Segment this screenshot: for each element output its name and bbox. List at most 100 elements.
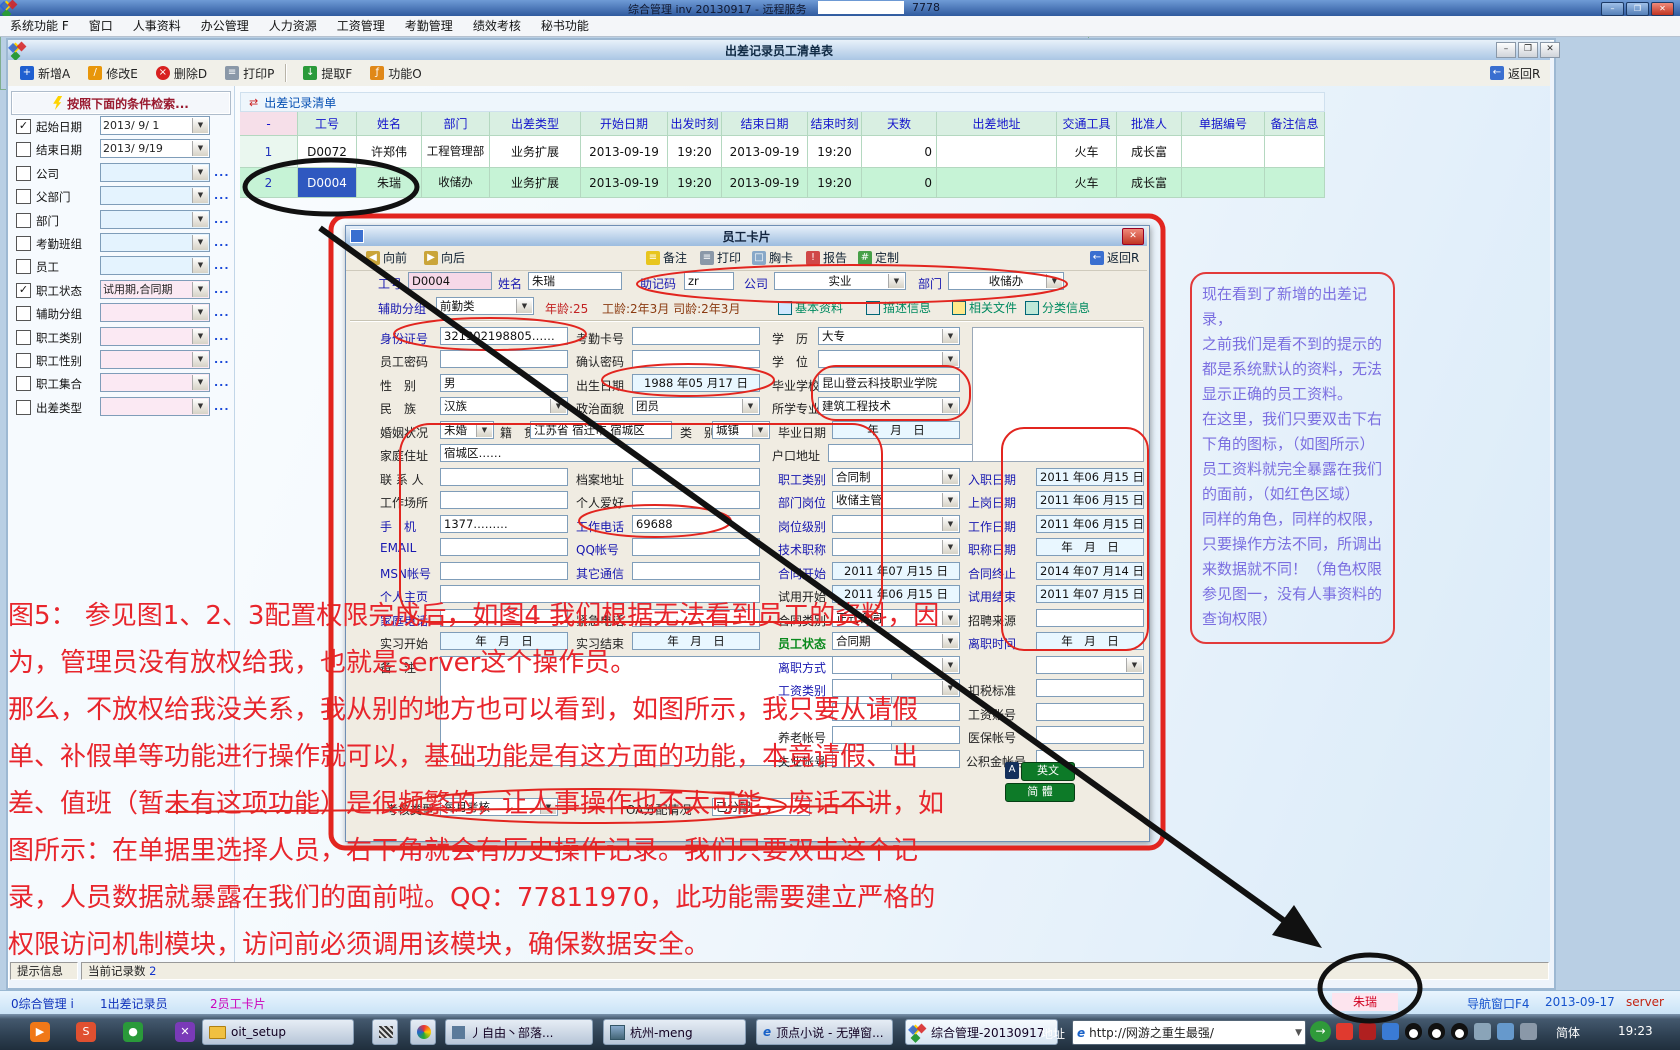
field-contract-end[interactable]: 2014 年07 月14 日 <box>1036 562 1144 580</box>
table-row2-cell-9[interactable]: 0 <box>862 168 937 198</box>
field-tax-standard[interactable] <box>1036 679 1144 697</box>
chevron-down-icon[interactable]: ▼ <box>942 681 958 695</box>
nav-window-link[interactable]: 导航窗口F4 <box>1467 995 1530 1012</box>
filter-combo-emp-set[interactable]: ▼ <box>100 373 210 392</box>
filter-checkbox-dept[interactable] <box>16 213 31 228</box>
field-aux-group[interactable]: 前勤类▼ <box>436 297 534 315</box>
chevron-down-icon[interactable]: ▼ <box>516 299 532 313</box>
filter-checkbox-aux-group[interactable] <box>16 306 31 321</box>
tray-qq-icon-3[interactable] <box>1451 1023 1468 1040</box>
filter-checkbox-employee[interactable] <box>16 259 31 274</box>
chevron-down-icon[interactable]: ▼ <box>192 235 208 250</box>
field-tech-title[interactable]: ▼ <box>832 538 960 556</box>
window-tab-2[interactable]: 2员工卡片 <box>210 995 266 1012</box>
table-row2-cell-13[interactable] <box>1182 168 1265 198</box>
table-row1-cell-8[interactable]: 19:20 <box>808 136 862 168</box>
chevron-down-icon[interactable]: ▼ <box>942 352 958 366</box>
table-row1-cell-0[interactable]: 1 <box>240 136 298 168</box>
chevron-down-icon[interactable]: ▼ <box>742 399 758 413</box>
taskbar-button-2[interactable] <box>410 1019 436 1045</box>
field-msn-account[interactable] <box>440 562 568 580</box>
menu-item-7[interactable]: 绩效考核 <box>463 16 531 36</box>
current-user-badge[interactable]: 朱瑞 <box>1332 993 1398 1011</box>
quicklaunch-vs-icon[interactable]: ✕ <box>175 1022 195 1042</box>
filter-more-emp-category[interactable]: ... <box>214 330 230 343</box>
tray-network-icon[interactable] <box>1497 1023 1514 1040</box>
chevron-down-icon[interactable]: ▼ <box>1126 658 1142 672</box>
table-row2-cell-2[interactable]: 朱瑞 <box>357 168 422 198</box>
table-row2-cell-4[interactable]: 业务扩展 <box>490 168 581 198</box>
window-tab-0[interactable]: 0综合管理 i <box>11 995 74 1012</box>
field-grad-date[interactable]: 年 月 日 <box>832 421 960 439</box>
chevron-down-icon[interactable]: ▼ <box>192 305 208 320</box>
filter-checkbox-trip-type[interactable] <box>16 400 31 415</box>
filter-combo-dept[interactable]: ▼ <box>100 210 210 229</box>
chevron-down-icon[interactable]: ▼ <box>942 658 958 672</box>
filter-checkbox-emp-gender[interactable] <box>16 353 31 368</box>
chevron-down-icon[interactable]: ▼ <box>942 611 958 625</box>
dialog-tool-forward[interactable]: ▶向后 <box>424 249 465 266</box>
table-row2-cell-7[interactable]: 2013-09-19 <box>722 168 808 198</box>
filter-combo-emp-category[interactable]: ▼ <box>100 327 210 346</box>
field-salary-account[interactable] <box>1036 703 1144 721</box>
field-education[interactable]: 大专▼ <box>818 327 960 345</box>
language-plate-badge[interactable]: A 英文 简 體 <box>1005 762 1101 802</box>
field-category[interactable]: 城镇▼ <box>712 421 770 439</box>
chevron-down-icon[interactable]: ▼ <box>942 634 958 648</box>
table-row2-cell-11[interactable]: 火车 <box>1057 168 1117 198</box>
field-politics[interactable]: 团员▼ <box>632 397 760 415</box>
chevron-down-icon[interactable]: ▼ <box>192 165 208 180</box>
field-mnemonic[interactable]: zr <box>684 272 734 290</box>
dialog-tool-backward[interactable]: ◀向前 <box>366 249 407 266</box>
field-emp-no[interactable]: D0004 <box>408 272 492 290</box>
field-archive-addr[interactable] <box>632 468 760 486</box>
chevron-down-icon[interactable]: ▼ <box>192 282 208 297</box>
card-tab-1[interactable]: 描述信息 <box>866 299 931 316</box>
chevron-down-icon[interactable]: ▼ <box>476 423 492 437</box>
field-emp-type[interactable]: 合同制▼ <box>832 468 960 486</box>
filter-combo-company[interactable]: ▼ <box>100 163 210 182</box>
table-row1-cell-6[interactable]: 19:20 <box>668 136 722 168</box>
menu-item-3[interactable]: 办公管理 <box>191 16 259 36</box>
field-dept-post[interactable]: 收储主管▼ <box>832 491 960 509</box>
table-row1-cell-2[interactable]: 许郑伟 <box>357 136 422 168</box>
field-email[interactable] <box>440 538 568 556</box>
field-title-date[interactable]: 年 月 日 <box>1036 538 1144 556</box>
chevron-down-icon[interactable]: ▼ <box>192 329 208 344</box>
table-row2-cell-12[interactable]: 成长富 <box>1117 168 1182 198</box>
taskbar-button-3[interactable]: 丿自由丶部落... <box>445 1019 593 1045</box>
tray-volume-icon[interactable] <box>1520 1023 1537 1040</box>
field-id-card[interactable]: 321302198805…… <box>440 327 568 345</box>
filter-combo-attendance-team[interactable]: ▼ <box>100 233 210 252</box>
window-tab-1[interactable]: 1出差记录员 <box>100 995 168 1012</box>
dialog-tool-report[interactable]: !报告 <box>806 249 847 266</box>
field-hobby[interactable] <box>632 491 760 509</box>
chevron-down-icon[interactable]: ▼ <box>192 352 208 367</box>
dialog-tool-custom[interactable]: #定制 <box>858 249 899 266</box>
table-row2-cell-3[interactable]: 收储办 <box>422 168 490 198</box>
return-button[interactable]: ← 返回R <box>1484 63 1546 84</box>
field-contact[interactable] <box>440 468 568 486</box>
address-url[interactable]: http://网游之重生最强/ <box>1089 1024 1295 1041</box>
field-ethnic[interactable]: 汉族▼ <box>440 397 568 415</box>
field-mobile[interactable]: 1377……… <box>440 515 568 533</box>
filter-checkbox-end-date[interactable] <box>16 142 31 157</box>
quicklaunch-media-icon[interactable]: ▶ <box>30 1022 50 1042</box>
chevron-down-icon[interactable]: ▼ <box>942 329 958 343</box>
ime-language-indicator[interactable]: 简体 <box>1556 1024 1580 1041</box>
table-row2-cell-0[interactable]: 2 <box>240 168 298 198</box>
menu-item-8[interactable]: 秘书功能 <box>531 16 599 36</box>
tray-qq-icon[interactable] <box>1405 1023 1422 1040</box>
field-other-im[interactable] <box>632 562 760 580</box>
menu-item-4[interactable]: 人力资源 <box>259 16 327 36</box>
chevron-down-icon[interactable]: ▼ <box>1046 274 1062 288</box>
table-row1-cell-14[interactable] <box>1265 136 1325 168</box>
field-gender[interactable]: 男 <box>440 374 568 392</box>
table-row2-cell-5[interactable]: 2013-09-19 <box>581 168 668 198</box>
field-home-addr[interactable]: 宿城区…… <box>440 444 760 462</box>
field-company[interactable]: 实业▼ <box>774 272 906 290</box>
filter-more-company[interactable]: ... <box>214 166 230 179</box>
menu-item-6[interactable]: 考勤管理 <box>395 16 463 36</box>
chevron-down-icon[interactable]: ▼ <box>192 141 208 156</box>
chevron-down-icon[interactable]: ▼ <box>192 212 208 227</box>
